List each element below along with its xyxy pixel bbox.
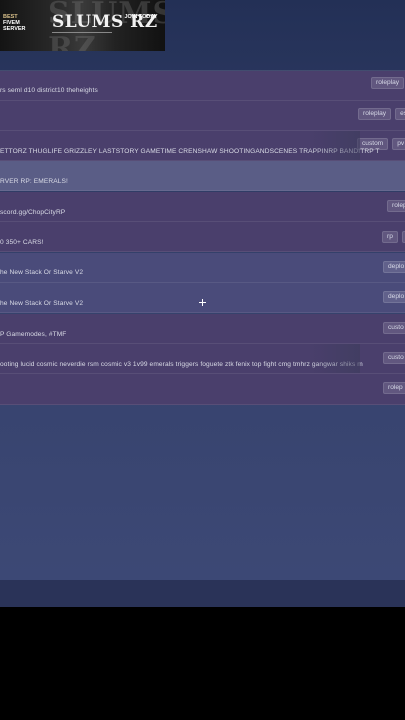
server-tags: custo [383,352,405,364]
text-fade-overlay [270,131,360,160]
server-description: rs seml d10 district10 theheights [0,87,98,94]
server-tag[interactable]: pv [392,138,405,150]
server-description: scord.gg/ChopCityRP [0,209,66,216]
server-tags: rpz [382,231,405,243]
server-tag[interactable]: deplo [383,291,405,303]
server-tag[interactable]: rolep [383,382,405,394]
cursor-crosshair-icon [199,299,206,306]
server-tag[interactable]: roleplay [371,77,405,89]
server-tag[interactable]: custom [357,138,389,150]
server-description: P Gamemodes, #TMF [0,331,67,338]
server-tags: custo [383,322,405,334]
server-tags: rolep [383,382,405,394]
server-row[interactable]: scord.gg/ChopCityRP rolep [0,192,405,222]
server-row[interactable]: rolep [0,374,405,405]
server-description: RVER RP: EMERALS! [0,178,68,185]
server-tag[interactable]: deplo [383,261,405,273]
banner-left-tag: BEST FIVEM SERVER [3,14,43,32]
server-tag[interactable]: custo [383,352,405,364]
server-row[interactable]: P Gamemodes, #TMF custo [0,314,405,344]
server-tag[interactable]: es [395,108,405,120]
server-tag[interactable]: rolep [387,200,405,212]
server-row[interactable]: roleplayes [0,101,405,131]
text-fade-overlay [270,344,360,373]
banner-left-tag-text: FIVEM SERVER [3,20,26,32]
server-row[interactable]: ooting lucid cosmic neverdie rsm cosmic … [0,344,405,374]
server-banner[interactable]: SLUMS RZ BEST FIVEM SERVER SLUMS RZ JOIN… [0,0,165,51]
server-tags: roleplayes [358,108,405,120]
server-tags: deplo [383,261,405,273]
server-tag[interactable]: rp [382,231,398,243]
server-tag[interactable]: roleplay [358,108,392,120]
server-tags: rolep [387,200,405,212]
server-row[interactable]: he New Stack Or Starve V2 deplo [0,283,405,313]
footer-bar [0,580,405,607]
server-row[interactable]: rs seml d10 district10 theheights rolepla… [0,71,405,101]
server-tags: roleplay [371,77,405,89]
server-tags: custom pv [357,138,405,150]
server-row[interactable]: ETTORZ THUGLIFE GRIZZLEY LASTSTORY GAMET… [0,131,405,161]
banner-right-tag: JOIN TODAY [124,14,158,20]
server-description: 0 350+ CARS! [0,239,44,246]
server-list-page: SLUMS RZ BEST FIVEM SERVER SLUMS RZ JOIN… [0,0,405,607]
server-description: he New Stack Or Starve V2 [0,269,84,276]
server-row[interactable]: he New Stack Or Starve V2 deplo [0,253,405,283]
server-tag[interactable]: custo [383,322,405,334]
banner-logo-underline [52,32,112,33]
server-description: ETTORZ THUGLIFE GRIZZLEY LASTSTORY GAMET… [0,148,380,155]
server-description: he New Stack Or Starve V2 [0,300,84,307]
server-description: ooting lucid cosmic neverdie rsm cosmic … [0,361,363,368]
server-row[interactable]: RVER RP: EMERALS! [0,161,405,191]
server-tags: deplo [383,291,405,303]
server-row[interactable]: 0 350+ CARS! rpz [0,222,405,252]
